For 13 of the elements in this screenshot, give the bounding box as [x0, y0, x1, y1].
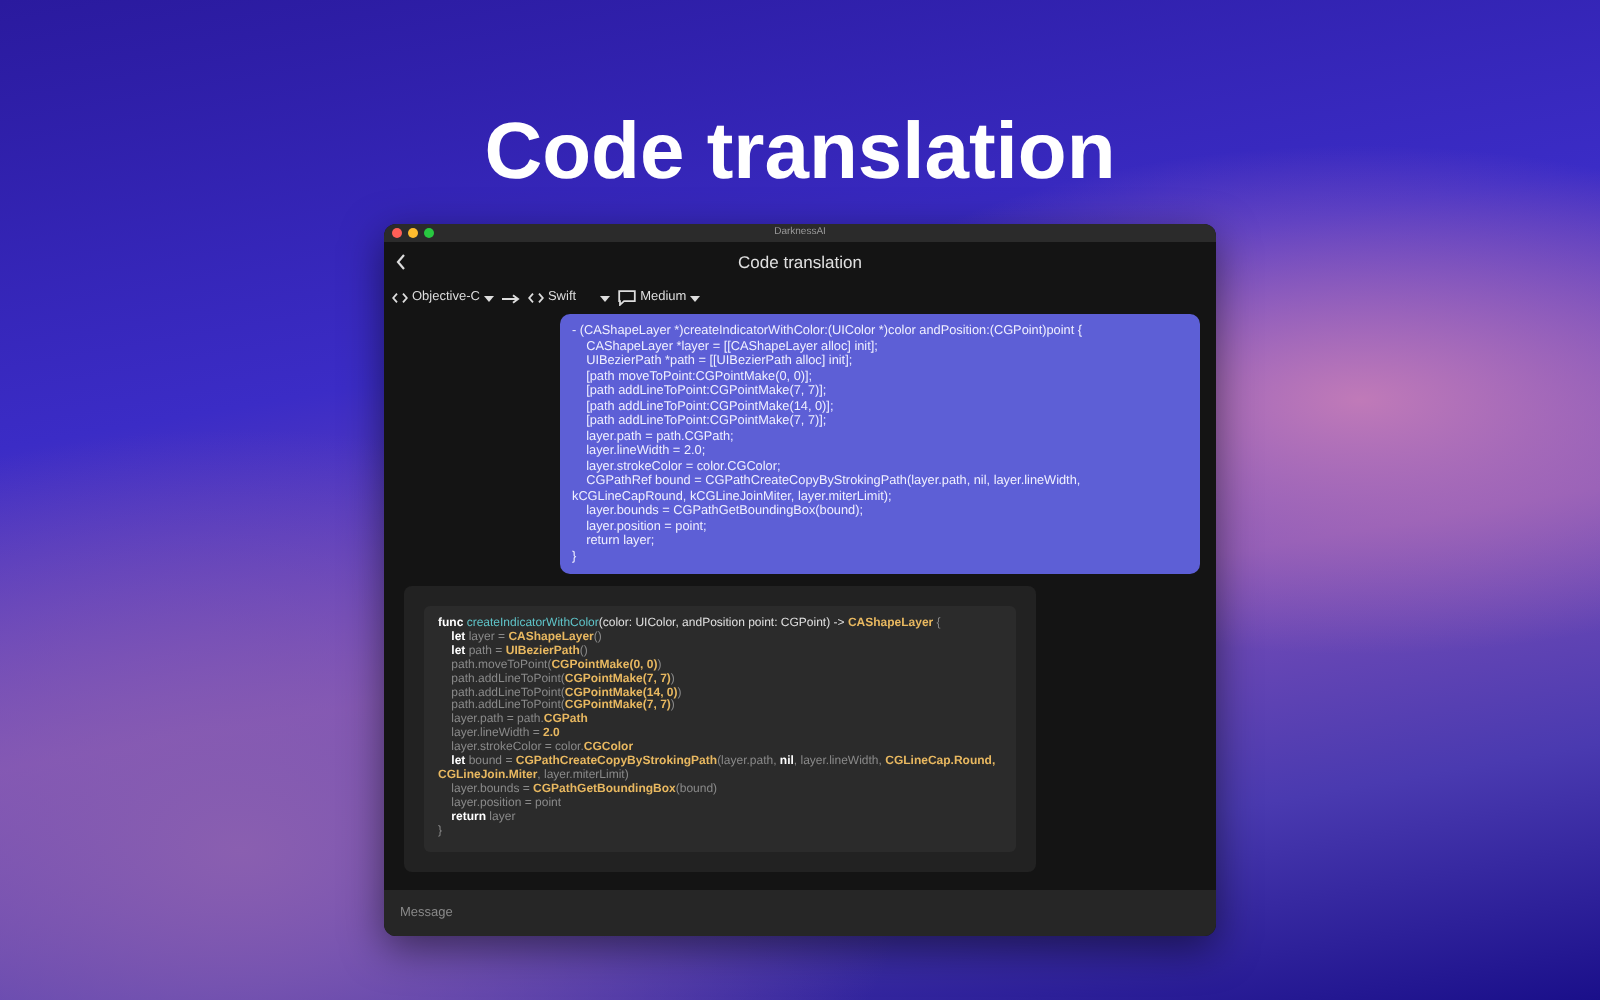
caret-icon: [690, 295, 701, 301]
caret-icon: [600, 295, 611, 301]
code-icon: [392, 292, 408, 304]
headline: Code translation: [484, 112, 1116, 192]
speech-bubble-icon: [618, 290, 637, 306]
page-title: Code translation: [738, 249, 862, 275]
chevron-left-icon: [396, 254, 406, 270]
minimize-button[interactable]: [408, 228, 418, 238]
caret-icon: [483, 295, 494, 301]
zoom-button[interactable]: [424, 228, 434, 238]
code-icon: [527, 292, 544, 304]
close-button[interactable]: [392, 228, 402, 238]
arrow-right-icon: [501, 293, 520, 303]
